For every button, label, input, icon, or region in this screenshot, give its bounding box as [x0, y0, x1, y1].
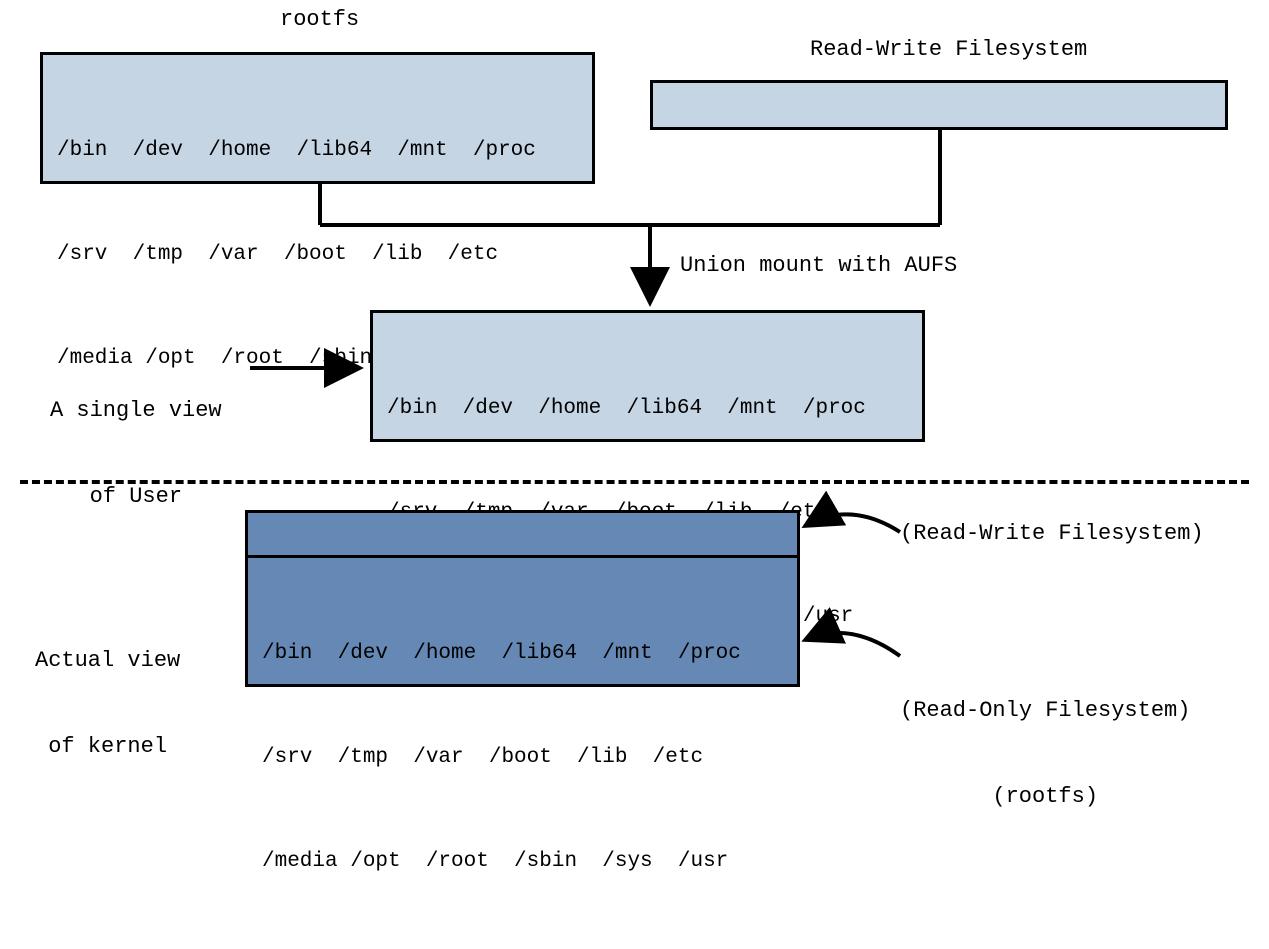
rootfs-box: /bin /dev /home /lib64 /mnt /proc /srv /… [40, 52, 595, 184]
kernel-row1: /bin /dev /home /lib64 /mnt /proc [262, 637, 783, 672]
rootfs-row2: /srv /tmp /var /boot /lib /etc [57, 238, 578, 273]
actual-view-label: Actual view of kernel [35, 590, 180, 819]
rootfs-row1: /bin /dev /home /lib64 /mnt /proc [57, 134, 578, 169]
single-view-l1: A single view [50, 397, 222, 426]
diagram-stage: rootfs /bin /dev /home /lib64 /mnt /proc… [0, 0, 1269, 764]
actual-view-l2: of kernel [35, 733, 180, 762]
single-view-l2: of User [50, 483, 222, 512]
kernel-rw-label: (Read-Write Filesystem) [900, 520, 1204, 549]
kernel-ro-layer: /bin /dev /home /lib64 /mnt /proc /srv /… [245, 555, 800, 687]
union-caption: Union mount with AUFS [680, 252, 957, 281]
kernel-ro-l2: (rootfs) [900, 783, 1190, 812]
kernel-ro-l1: (Read-Only Filesystem) [900, 697, 1190, 726]
unified-row1: /bin /dev /home /lib64 /mnt /proc [387, 392, 908, 427]
kernel-rw-layer [245, 510, 800, 558]
kernel-ro-label: (Read-Only Filesystem) (rootfs) [900, 640, 1190, 869]
kernel-row2: /srv /tmp /var /boot /lib /etc [262, 741, 783, 776]
kernel-row3: /media /opt /root /sbin /sys /usr [262, 845, 783, 880]
rw-title: Read-Write Filesystem [810, 36, 1087, 65]
rootfs-title: rootfs [280, 6, 359, 35]
divider-dashed [20, 480, 1249, 484]
rw-box [650, 80, 1228, 130]
unified-box: /bin /dev /home /lib64 /mnt /proc /srv /… [370, 310, 925, 442]
actual-view-l1: Actual view [35, 647, 180, 676]
single-view-label: A single view of User [50, 340, 222, 569]
